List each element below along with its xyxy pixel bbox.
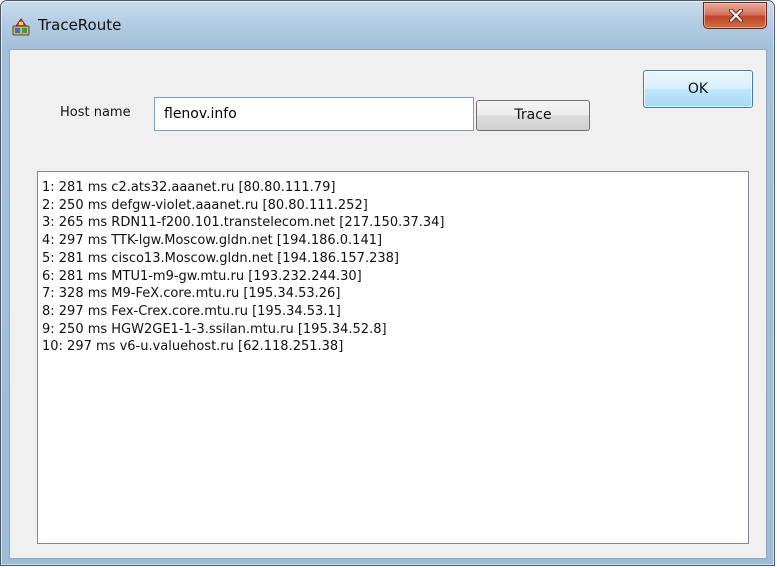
trace-button[interactable]: Trace: [476, 100, 590, 131]
traceroute-window: TraceRoute Host name Trace OK 1: 281 ms …: [0, 0, 775, 566]
result-line: 1: 281 ms c2.ats32.aaanet.ru [80.80.111.…: [42, 180, 336, 195]
ok-button[interactable]: OK: [643, 70, 753, 108]
result-line: 10: 297 ms v6-u.valuehost.ru [62.118.251…: [42, 339, 344, 355]
close-button[interactable]: [703, 2, 767, 29]
result-line: 7: 328 ms M9-FeX.core.mtu.ru [195.34.53.…: [42, 286, 341, 302]
result-line: 6: 281 ms MTU1-m9-gw.mtu.ru [193.232.244…: [42, 268, 362, 284]
result-line: 2: 250 ms defgw-violet.aaanet.ru [80.80.…: [42, 197, 368, 213]
app-icon: [11, 17, 31, 37]
window-title: TraceRoute: [38, 16, 122, 34]
result-line: 9: 250 ms HGW2GE1-1-3.ssilan.mtu.ru [195…: [42, 321, 387, 337]
result-line: 4: 297 ms TTK-lgw.Moscow.gldn.net [194.1…: [42, 233, 383, 249]
result-line: 3: 265 ms RDN11-f200.101.transtelecom.ne…: [42, 215, 445, 231]
host-name-label: Host name: [60, 105, 131, 120]
result-line: 8: 297 ms Fex-Crex.core.mtu.ru [195.34.5…: [42, 303, 341, 319]
result-line: 5: 281 ms cisco13.Moscow.gldn.net [194.1…: [42, 250, 399, 266]
host-name-input[interactable]: [154, 97, 474, 131]
dialog-client-area: Host name Trace OK 1: 281 ms c2.ats32.aa…: [9, 49, 767, 559]
title-bar[interactable]: TraceRoute: [1, 1, 774, 45]
close-icon: [729, 9, 743, 22]
trace-results-list[interactable]: 1: 281 ms c2.ats32.aaanet.ru [80.80.111.…: [37, 171, 749, 544]
